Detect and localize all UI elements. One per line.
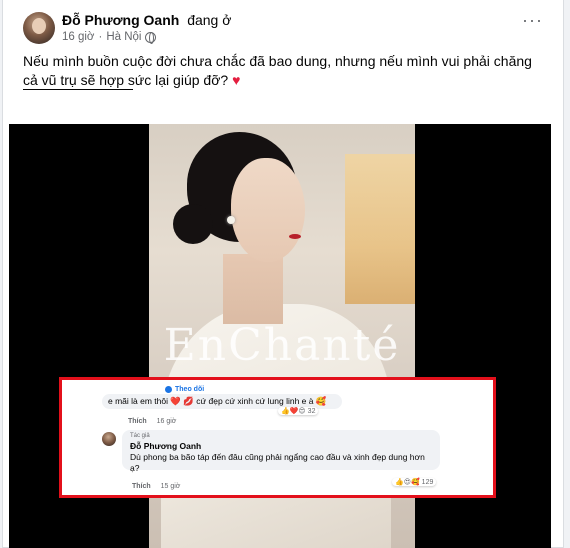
post-text: Nếu mình buồn cuộc đời chưa chắc đã bao …: [23, 52, 548, 90]
comment-reactions[interactable]: 👍❤️😍 32: [278, 407, 319, 415]
reply-reactions[interactable]: 👍😍🥰 129: [392, 478, 437, 486]
post-location[interactable]: Hà Nội: [106, 31, 141, 43]
reply-author[interactable]: Đỗ Phương Oanh: [130, 441, 201, 451]
background-window: [345, 154, 415, 304]
post-time[interactable]: 16 giờ: [62, 31, 94, 43]
reply-time[interactable]: 15 giờ: [161, 483, 181, 490]
heart-emoji: ♥: [232, 72, 241, 88]
reply-bubble: Tác giả Đỗ Phương Oanh Dù phong ba bão t…: [122, 430, 440, 473]
reply-text: Dù phong ba bão táp đến đâu cũng phải ng…: [130, 452, 425, 473]
reply-like-button[interactable]: Thích: [132, 483, 151, 490]
text-separator: [23, 89, 133, 90]
brand-watermark: EnChanté: [163, 320, 401, 371]
comment-time[interactable]: 16 giờ: [157, 418, 177, 425]
more-options-icon[interactable]: ···: [522, 11, 543, 29]
follow-button[interactable]: Theo dõi: [175, 386, 204, 393]
author-status: đang ở: [187, 12, 232, 28]
reply-avatar[interactable]: [102, 432, 116, 446]
earring-shape: [227, 216, 235, 224]
post-media[interactable]: EnChanté Theo dõi e mãi là em thôi ❤️ 💋 …: [9, 124, 551, 548]
lips-shape: [289, 234, 301, 239]
highlighted-comments: Theo dõi e mãi là em thôi ❤️ 💋 cứ đẹp cứ…: [59, 377, 496, 498]
verified-icon: [165, 386, 172, 393]
meta-dot: ·: [98, 31, 103, 43]
author-avatar[interactable]: [23, 12, 55, 44]
comment-actions: Thích 16 giờ: [128, 418, 176, 425]
author-badge: Tác giả: [130, 433, 150, 439]
post-header: Đỗ Phương Oanh đang ở: [62, 12, 231, 28]
follow-line: Theo dõi: [165, 386, 204, 393]
author-name[interactable]: Đỗ Phương Oanh: [62, 12, 179, 28]
globe-icon: [145, 31, 157, 44]
comment-like-button[interactable]: Thích: [128, 418, 147, 425]
reply-actions: Thích 15 giờ: [132, 483, 180, 490]
post-card: Đỗ Phương Oanh đang ở 16 giờ · Hà Nội ··…: [2, 0, 564, 548]
post-meta: 16 giờ · Hà Nội: [62, 31, 157, 44]
neck-shape: [223, 254, 283, 324]
face-shape: [231, 158, 305, 262]
post-body: Nếu mình buồn cuộc đời chưa chắc đã bao …: [23, 53, 532, 88]
hair-bun-shape: [173, 204, 213, 244]
